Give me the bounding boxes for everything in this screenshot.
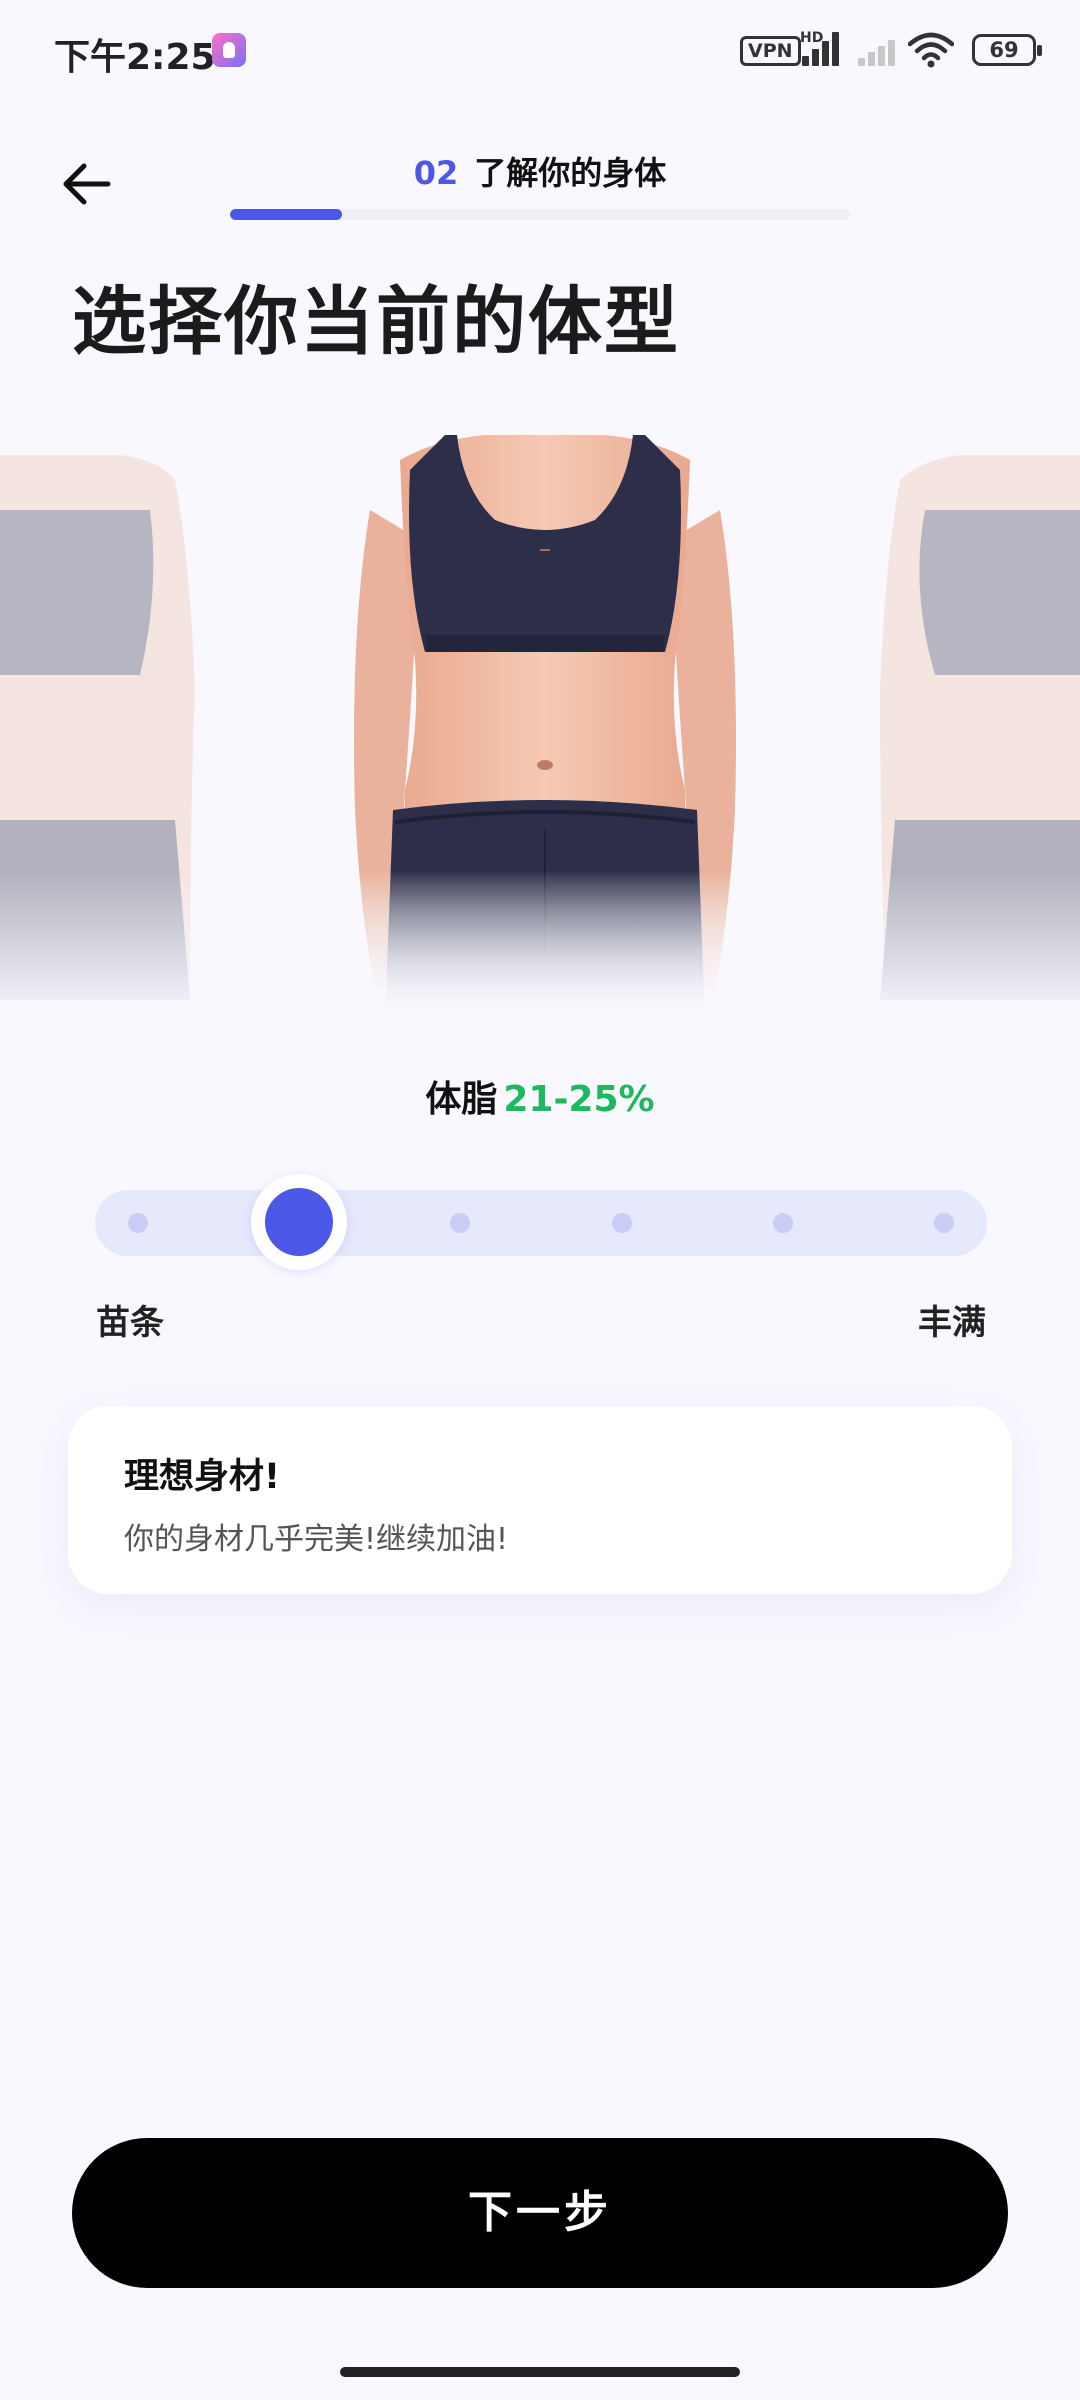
slider-step-dot[interactable] — [934, 1213, 954, 1233]
step-number: 02 — [413, 154, 459, 192]
slider-max-label: 丰满 — [918, 1303, 986, 1343]
info-card: 理想身材! 你的身材几乎完美!继续加油! — [68, 1406, 1012, 1594]
progress-bar — [230, 209, 850, 220]
body-fat-label: 体脂 — [425, 1079, 498, 1120]
status-bar: 下午2:25 VPN HD 69 — [0, 0, 1080, 100]
rocket-app-icon — [212, 33, 246, 67]
slider-step-dot[interactable] — [611, 1213, 632, 1233]
body-fat-readout: 体脂 21-25% — [0, 1070, 1080, 1122]
vpn-badge: VPN — [740, 36, 801, 66]
slider-step-dot[interactable] — [450, 1213, 471, 1233]
slider-min-label: 苗条 — [96, 1303, 164, 1343]
card-text: 你的身材几乎完美!继续加油! — [124, 1522, 509, 1557]
signal-icon — [800, 30, 846, 66]
step-title: 了解你的身体 — [474, 154, 667, 192]
signal-secondary-icon — [856, 30, 902, 66]
status-time: 下午2:25 — [54, 37, 216, 78]
home-indicator[interactable] — [340, 2367, 740, 2377]
slider-step-dot[interactable] — [772, 1213, 793, 1233]
next-button[interactable]: 下一步 — [72, 2138, 1008, 2288]
card-title: 理想身材! — [124, 1457, 280, 1497]
body-shape-carousel[interactable] — [0, 430, 1080, 1020]
carousel-fade — [0, 870, 1080, 1020]
page-title: 选择你当前的体型 — [72, 279, 680, 365]
wifi-icon — [908, 32, 954, 68]
progress-fill — [230, 209, 342, 220]
body-fat-value: 21-25% — [503, 1079, 655, 1120]
body-shape-slider[interactable] — [95, 1174, 987, 1270]
slider-thumb[interactable] — [251, 1174, 348, 1270]
battery-icon: 69 — [972, 34, 1042, 66]
slider-step-dot[interactable] — [128, 1213, 148, 1233]
battery-level: 69 — [989, 38, 1019, 62]
progress-step: 02 了解你的身体 — [0, 148, 1080, 194]
